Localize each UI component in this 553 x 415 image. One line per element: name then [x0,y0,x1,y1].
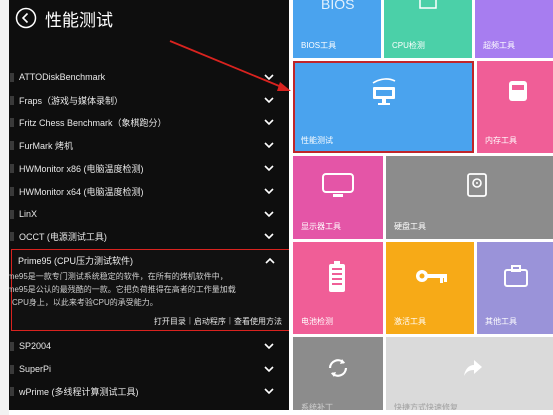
list-item[interactable]: ATTODiskBenchmark [9,66,289,89]
expanded-item-header[interactable]: Prime95 (CPU压力测试软件) [12,250,289,270]
view-usage-link[interactable]: 查看使用方法 [234,316,282,327]
tile-disk[interactable]: 硬盘工具 [386,156,553,239]
tile-activation[interactable]: 激活工具 [386,242,474,334]
item-actions: 打开目录 | 启动程序 | 查看使用方法 [154,316,282,327]
description-line: ime95是公认的最残酷的一款。它把负荷推得在高者的工作量加载 [9,285,236,294]
share-arrow-icon [464,360,482,376]
cpu-icon [419,0,437,9]
chevron-down-icon[interactable] [261,161,277,177]
list-item-label: Fraps（游戏与媒体录制） [19,95,124,106]
tile-other[interactable]: 其他工具 [477,242,553,334]
list-item-label: HWMonitor x86 (电脑温度检测) [19,164,144,175]
list-item[interactable]: LinX [9,203,289,226]
chevron-down-icon[interactable] [261,206,277,222]
tile-label: 其他工具 [485,317,517,326]
list-item-label: wPrime (多线程计算测试工具) [19,387,139,398]
list-item[interactable]: OCCT (电源测试工具) [9,226,289,249]
tile-system-patch[interactable]: 系统补丁 [293,337,383,410]
launch-program-link[interactable]: 启动程序 [194,316,226,327]
list-item[interactable]: wPrime (多线程计算测试工具) [9,381,289,404]
tile-battery[interactable]: 电池检测 [293,242,383,334]
window-edge [0,0,9,415]
tool-icon [10,364,14,374]
chevron-down-icon[interactable] [261,338,277,354]
action-separator: | [228,316,231,325]
tile-label: 系统补丁 [301,403,333,410]
list-item-label: LinX [19,209,38,220]
tile-bios[interactable]: BIOS BIOS工具 [293,0,381,58]
tile-shortcut-repair[interactable]: 快捷方式快速修复 [386,337,553,410]
list-item[interactable]: Fritz Chess Benchmark（象棋跑分） [9,112,289,135]
list-item[interactable]: Fraps（游戏与媒体录制） [9,89,289,112]
list-item[interactable]: HWMonitor x64 (电脑温度检测) [9,180,289,203]
tile-label: 显示器工具 [301,222,341,231]
chevron-down-icon[interactable] [261,361,277,377]
highlight-frame [293,61,474,153]
tool-icon [10,341,14,351]
chevron-down-icon[interactable] [261,183,277,199]
chevron-down-icon[interactable] [261,92,277,108]
list-item-label: FurMark 烤机 [19,141,74,152]
memory-icon [509,81,527,101]
chevron-down-icon[interactable] [261,384,277,400]
list-item[interactable]: HWMonitor x86 (电脑温度检测) [9,157,289,180]
list-item[interactable]: SP2004 [9,335,289,358]
back-button[interactable] [15,7,37,29]
item-description: ime95是一款专门测试系统稳定的软件，在所有的烤机软件中， ime95是公认的… [9,270,289,309]
refresh-icon [328,359,348,377]
list-item-label: SuperPi [19,364,52,375]
tile-overclock[interactable]: 超频工具 [475,0,553,58]
tile-label: CPU检测 [392,41,425,50]
back-arrow-icon [15,7,37,29]
list-item-label: SP2004 [19,341,52,352]
key-icon [416,270,447,283]
list-item-label: ATTODiskBenchmark [19,72,106,83]
tool-list-panel: 性能测试 ATTODiskBenchmark Fraps（游戏与媒体录制） Fr… [9,0,289,410]
list-item-label: Fritz Chess Benchmark（象棋跑分） [19,118,167,129]
tile-label: 硬盘工具 [394,222,426,231]
tool-icon [10,164,14,174]
tool-list: ATTODiskBenchmark Fraps（游戏与媒体录制） Fritz C… [9,66,289,248]
page-title: 性能测试 [45,10,113,30]
chevron-down-icon[interactable] [261,229,277,245]
tool-icon [10,95,14,105]
chevron-down-icon[interactable] [261,138,277,154]
tile-label: 电池检测 [301,317,333,326]
tool-icon [10,141,14,151]
description-line: ime95是一款专门测试系统稳定的软件，在所有的烤机软件中， [9,272,228,281]
list-item-label: HWMonitor x64 (电脑温度检测) [19,186,144,197]
list-item-label: OCCT (电源测试工具) [19,232,107,243]
tool-icon [10,72,14,82]
tool-icon [10,186,14,196]
disk-icon [467,173,487,197]
display-icon [322,173,354,197]
open-folder-link[interactable]: 打开目录 [154,316,186,327]
action-separator: | [188,316,191,325]
list-item[interactable]: FurMark 烤机 [9,134,289,157]
tool-icon [10,387,14,397]
list-item[interactable]: SuperPi [9,358,289,381]
description-line: CPU身上，以此来考验CPU的承受能力。 [12,298,158,307]
expanded-list-item[interactable]: Prime95 (CPU压力测试软件) ime95是一款专门测试系统稳定的软件，… [9,249,289,331]
tool-icon [10,209,14,219]
tile-memory[interactable]: 内存工具 [477,61,553,153]
tile-label: 超频工具 [483,41,515,50]
tile-label: 内存工具 [485,136,517,145]
bios-text-icon: BIOS [321,0,355,12]
tile-label: BIOS工具 [301,41,337,50]
tool-icon [10,118,14,128]
tile-label: 激活工具 [394,317,426,326]
tile-cpu[interactable]: CPU检测 [384,0,472,58]
toolbox-icon [504,265,528,287]
tool-list-bottom: SP2004 SuperPi wPrime (多线程计算测试工具) [9,335,289,403]
tile-display[interactable]: 显示器工具 [293,156,383,239]
chevron-up-icon[interactable] [262,252,278,268]
list-item-label: Prime95 (CPU压力测试软件) [18,255,134,266]
panel-header: 性能测试 [9,0,289,36]
tool-icon [10,232,14,242]
chevron-down-icon[interactable] [261,69,277,85]
chevron-down-icon[interactable] [261,115,277,131]
battery-icon [329,261,345,292]
tile-label: 快捷方式快速修复 [394,403,458,410]
